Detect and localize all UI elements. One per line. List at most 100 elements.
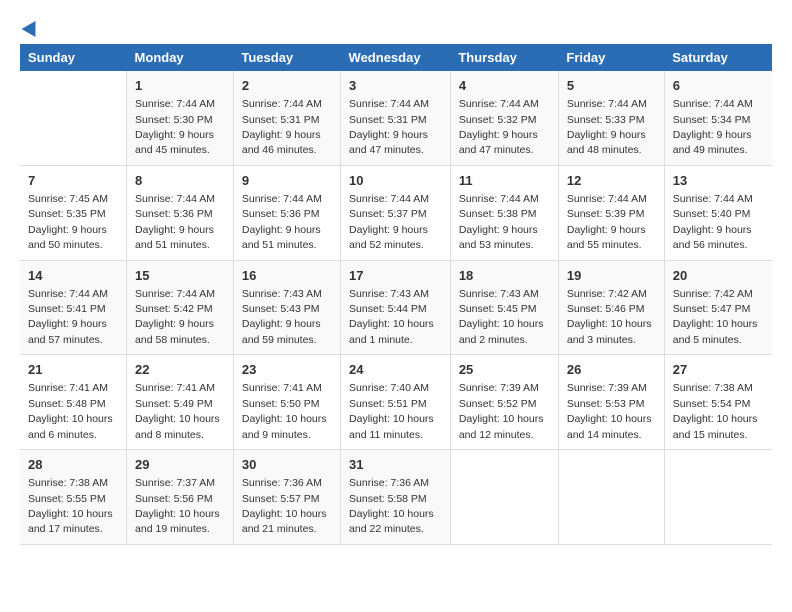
calendar-cell: 13 Sunrise: 7:44 AM Sunset: 5:40 PM Dayli… (664, 165, 772, 260)
calendar-cell: 21 Sunrise: 7:41 AM Sunset: 5:48 PM Dayli… (20, 355, 127, 450)
week-row-5: 28 Sunrise: 7:38 AM Sunset: 5:55 PM Dayli… (20, 450, 772, 545)
day-number: 4 (459, 77, 550, 95)
day-number: 30 (242, 456, 332, 474)
day-info: Sunrise: 7:44 AM Sunset: 5:31 PM Dayligh… (349, 98, 429, 156)
day-info: Sunrise: 7:44 AM Sunset: 5:40 PM Dayligh… (673, 193, 753, 251)
calendar-cell: 9 Sunrise: 7:44 AM Sunset: 5:36 PM Daylig… (233, 165, 340, 260)
calendar-cell: 31Sunrise: 7:36 AM Sunset: 5:58 PM Dayli… (341, 450, 451, 545)
week-row-3: 14Sunrise: 7:44 AM Sunset: 5:41 PM Dayli… (20, 260, 772, 355)
day-header-saturday: Saturday (664, 44, 772, 71)
day-number: 18 (459, 267, 550, 285)
calendar-cell: 1Sunrise: 7:44 AM Sunset: 5:30 PM Daylig… (127, 71, 234, 165)
day-info: Sunrise: 7:43 AM Sunset: 5:43 PM Dayligh… (242, 288, 322, 346)
calendar-cell: 20 Sunrise: 7:42 AM Sunset: 5:47 PM Dayli… (664, 260, 772, 355)
calendar-cell (558, 450, 664, 545)
day-number: 28 (28, 456, 118, 474)
day-number: 24 (349, 361, 442, 379)
day-number: 25 (459, 361, 550, 379)
calendar-cell: 19 Sunrise: 7:42 AM Sunset: 5:46 PM Dayli… (558, 260, 664, 355)
calendar-cell: 7Sunrise: 7:45 AM Sunset: 5:35 PM Daylig… (20, 165, 127, 260)
day-info: Sunrise: 7:44 AM Sunset: 5:34 PM Dayligh… (673, 98, 753, 156)
day-info: Sunrise: 7:41 AM Sunset: 5:48 PM Dayligh… (28, 382, 113, 440)
day-info: Sunrise: 7:39 AM Sunset: 5:52 PM Dayligh… (459, 382, 544, 440)
day-number: 19 (567, 267, 656, 285)
day-number: 1 (135, 77, 225, 95)
day-number: 11 (459, 172, 550, 190)
day-info: Sunrise: 7:39 AM Sunset: 5:53 PM Dayligh… (567, 382, 652, 440)
day-info: Sunrise: 7:44 AM Sunset: 5:33 PM Dayligh… (567, 98, 647, 156)
calendar-cell: 23 Sunrise: 7:41 AM Sunset: 5:50 PM Dayli… (233, 355, 340, 450)
day-info: Sunrise: 7:44 AM Sunset: 5:36 PM Dayligh… (242, 193, 322, 251)
day-info: Sunrise: 7:44 AM Sunset: 5:32 PM Dayligh… (459, 98, 539, 156)
day-info: Sunrise: 7:37 AM Sunset: 5:56 PM Dayligh… (135, 477, 220, 535)
day-number: 27 (673, 361, 764, 379)
calendar-table: SundayMondayTuesdayWednesdayThursdayFrid… (20, 44, 772, 545)
day-info: Sunrise: 7:44 AM Sunset: 5:42 PM Dayligh… (135, 288, 215, 346)
day-number: 13 (673, 172, 764, 190)
day-number: 20 (673, 267, 764, 285)
calendar-cell (664, 450, 772, 545)
calendar-cell: 24Sunrise: 7:40 AM Sunset: 5:51 PM Dayli… (341, 355, 451, 450)
day-number: 17 (349, 267, 442, 285)
calendar-cell: 5 Sunrise: 7:44 AM Sunset: 5:33 PM Daylig… (558, 71, 664, 165)
calendar-cell: 25 Sunrise: 7:39 AM Sunset: 5:52 PM Dayli… (450, 355, 558, 450)
calendar-cell: 6Sunrise: 7:44 AM Sunset: 5:34 PM Daylig… (664, 71, 772, 165)
calendar-cell: 22Sunrise: 7:41 AM Sunset: 5:49 PM Dayli… (127, 355, 234, 450)
day-number: 12 (567, 172, 656, 190)
day-number: 3 (349, 77, 442, 95)
calendar-cell: 28 Sunrise: 7:38 AM Sunset: 5:55 PM Dayli… (20, 450, 127, 545)
day-number: 21 (28, 361, 118, 379)
day-number: 2 (242, 77, 332, 95)
calendar-cell: 29 Sunrise: 7:37 AM Sunset: 5:56 PM Dayli… (127, 450, 234, 545)
day-header-wednesday: Wednesday (341, 44, 451, 71)
day-info: Sunrise: 7:41 AM Sunset: 5:50 PM Dayligh… (242, 382, 327, 440)
day-info: Sunrise: 7:38 AM Sunset: 5:55 PM Dayligh… (28, 477, 113, 535)
day-header-sunday: Sunday (20, 44, 127, 71)
calendar-cell: 27 Sunrise: 7:38 AM Sunset: 5:54 PM Dayli… (664, 355, 772, 450)
logo (20, 20, 40, 34)
day-info: Sunrise: 7:38 AM Sunset: 5:54 PM Dayligh… (673, 382, 758, 440)
day-number: 5 (567, 77, 656, 95)
calendar-header-row: SundayMondayTuesdayWednesdayThursdayFrid… (20, 44, 772, 71)
calendar-cell: 2 Sunrise: 7:44 AM Sunset: 5:31 PM Daylig… (233, 71, 340, 165)
day-info: Sunrise: 7:45 AM Sunset: 5:35 PM Dayligh… (28, 193, 108, 251)
day-info: Sunrise: 7:44 AM Sunset: 5:41 PM Dayligh… (28, 288, 108, 346)
calendar-cell: 17 Sunrise: 7:43 AM Sunset: 5:44 PM Dayli… (341, 260, 451, 355)
page-header (20, 20, 772, 34)
day-info: Sunrise: 7:43 AM Sunset: 5:44 PM Dayligh… (349, 288, 434, 346)
calendar-cell: 18 Sunrise: 7:43 AM Sunset: 5:45 PM Dayli… (450, 260, 558, 355)
calendar-cell (20, 71, 127, 165)
day-number: 29 (135, 456, 225, 474)
day-number: 10 (349, 172, 442, 190)
day-number: 22 (135, 361, 225, 379)
calendar-cell: 11 Sunrise: 7:44 AM Sunset: 5:38 PM Dayli… (450, 165, 558, 260)
logo-triangle-icon (22, 17, 43, 37)
day-info: Sunrise: 7:44 AM Sunset: 5:31 PM Dayligh… (242, 98, 322, 156)
calendar-cell: 8 Sunrise: 7:44 AM Sunset: 5:36 PM Daylig… (127, 165, 234, 260)
day-info: Sunrise: 7:36 AM Sunset: 5:57 PM Dayligh… (242, 477, 327, 535)
calendar-cell (450, 450, 558, 545)
calendar-cell: 14Sunrise: 7:44 AM Sunset: 5:41 PM Dayli… (20, 260, 127, 355)
day-info: Sunrise: 7:43 AM Sunset: 5:45 PM Dayligh… (459, 288, 544, 346)
day-number: 26 (567, 361, 656, 379)
day-header-monday: Monday (127, 44, 234, 71)
day-info: Sunrise: 7:44 AM Sunset: 5:36 PM Dayligh… (135, 193, 215, 251)
calendar-cell: 26 Sunrise: 7:39 AM Sunset: 5:53 PM Dayli… (558, 355, 664, 450)
day-info: Sunrise: 7:42 AM Sunset: 5:46 PM Dayligh… (567, 288, 652, 346)
day-info: Sunrise: 7:44 AM Sunset: 5:39 PM Dayligh… (567, 193, 647, 251)
week-row-4: 21 Sunrise: 7:41 AM Sunset: 5:48 PM Dayli… (20, 355, 772, 450)
day-number: 23 (242, 361, 332, 379)
day-info: Sunrise: 7:44 AM Sunset: 5:38 PM Dayligh… (459, 193, 539, 251)
day-number: 31 (349, 456, 442, 474)
calendar-cell: 30 Sunrise: 7:36 AM Sunset: 5:57 PM Dayli… (233, 450, 340, 545)
day-header-tuesday: Tuesday (233, 44, 340, 71)
day-header-thursday: Thursday (450, 44, 558, 71)
day-header-friday: Friday (558, 44, 664, 71)
week-row-2: 7Sunrise: 7:45 AM Sunset: 5:35 PM Daylig… (20, 165, 772, 260)
day-number: 16 (242, 267, 332, 285)
calendar-cell: 15Sunrise: 7:44 AM Sunset: 5:42 PM Dayli… (127, 260, 234, 355)
day-number: 9 (242, 172, 332, 190)
day-number: 8 (135, 172, 225, 190)
day-info: Sunrise: 7:42 AM Sunset: 5:47 PM Dayligh… (673, 288, 758, 346)
calendar-cell: 3 Sunrise: 7:44 AM Sunset: 5:31 PM Daylig… (341, 71, 451, 165)
